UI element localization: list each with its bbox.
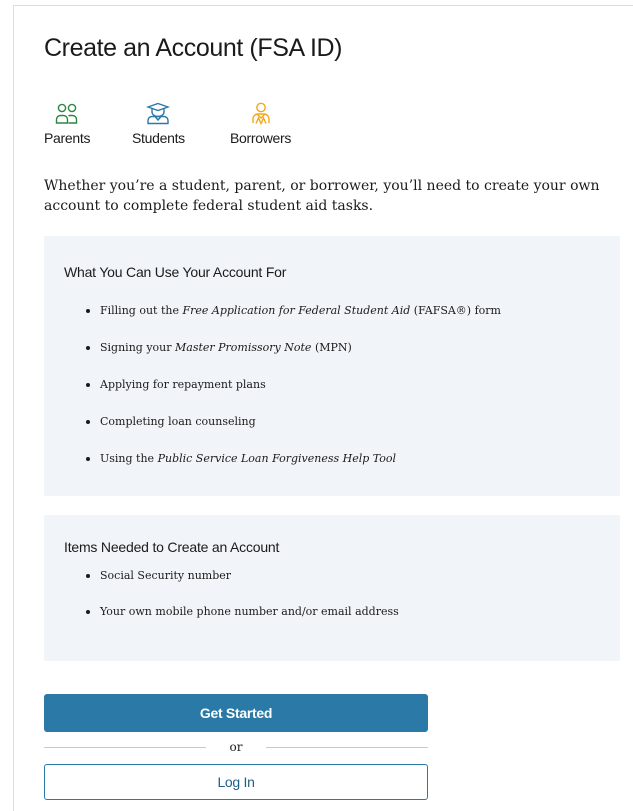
account-card: Create an Account (FSA ID) Parents Stude… [13,5,633,811]
uses-panel: What You Can Use Your Account For Fillin… [44,236,620,496]
bullet-icon [86,382,90,387]
bullet-icon [86,456,90,461]
divider-line-left [44,747,206,748]
uses-list-item: Filling out the Free Application for Fed… [64,292,620,329]
graduate-student-icon [146,102,171,126]
divider-line-right [266,747,428,748]
uses-panel-heading: What You Can Use Your Account For [64,264,287,280]
or-divider: or [44,739,428,755]
bullet-icon [86,419,90,424]
bullet-icon [86,610,90,614]
needed-panel: Items Needed to Create an Account Social… [44,515,620,661]
needed-list-item: Social Security number [64,563,620,599]
role-label-borrowers: Borrowers [230,130,292,146]
bullet-icon [86,574,90,578]
borrower-icon [249,102,273,126]
uses-list-item: Completing loan counseling [64,403,620,440]
uses-list: Filling out the Free Application for Fed… [64,292,620,477]
intro-text: Whether you’re a student, parent, or bor… [44,178,600,214]
parents-icon [55,102,79,126]
bullet-icon [86,345,90,350]
get-started-button[interactable]: Get Started [44,694,428,732]
uses-list-item: Signing your Master Promissory Note (MPN… [64,329,620,366]
role-label-students: Students [132,130,185,146]
needed-panel-heading: Items Needed to Create an Account [64,539,280,555]
uses-list-item: Applying for repayment plans [64,366,620,403]
log-in-button[interactable]: Log In [44,764,428,800]
bullet-icon [86,308,90,313]
uses-list-item: Using the Public Service Loan Forgivenes… [64,440,620,477]
role-borrowers: Borrowers [230,102,291,146]
role-students: Students [132,102,185,146]
needed-list: Social Security number Your own mobile p… [64,563,620,635]
or-label: or [229,740,243,754]
role-parents: Parents [44,102,90,146]
page-title: Create an Account (FSA ID) [44,34,343,62]
needed-list-item: Your own mobile phone number and/or emai… [64,599,620,635]
role-label-parents: Parents [44,130,91,146]
